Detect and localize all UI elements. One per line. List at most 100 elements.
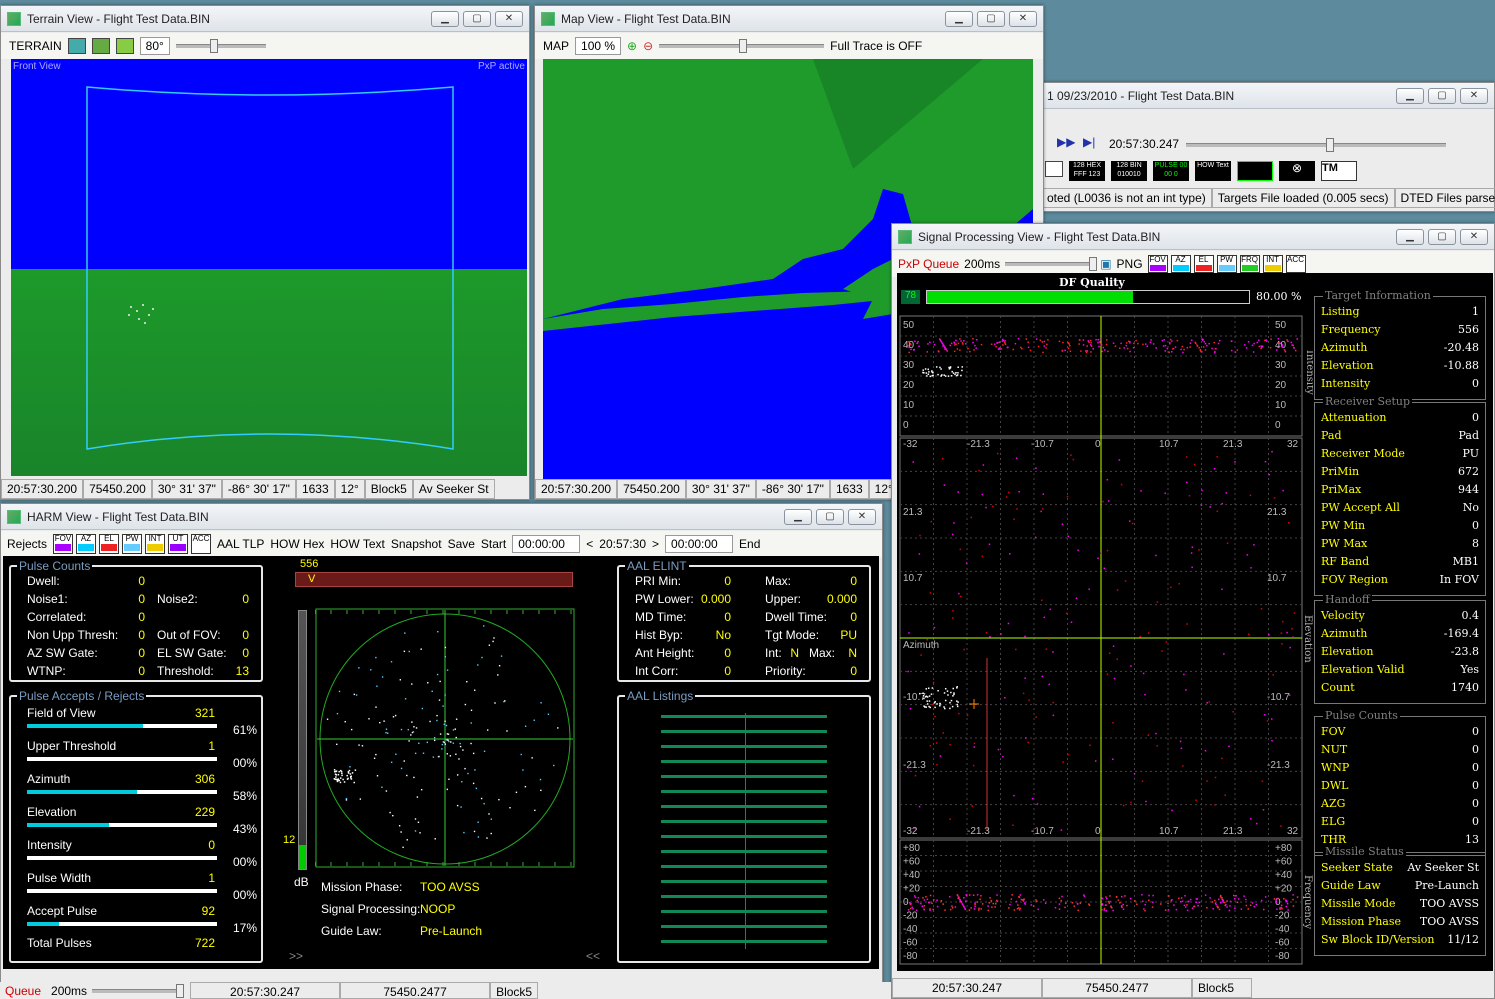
minimize-button[interactable]: ▁ [431,11,459,27]
listing-row[interactable] [661,715,827,718]
tm-button[interactable]: TM [1321,161,1357,181]
zoom-field[interactable]: 100 % [575,37,622,55]
zoom-slider[interactable] [659,39,825,53]
listing-row[interactable] [661,745,827,748]
fast-forward-icon[interactable]: ▶▶ [1057,135,1075,149]
listing-row[interactable] [661,940,827,943]
save-button[interactable]: Save [448,537,475,551]
terrain-icon[interactable] [91,38,110,54]
how-hex-button[interactable]: HOW Hex [270,537,324,551]
fov-field[interactable]: 80° [139,37,170,55]
app-icon [7,509,21,524]
info-row: Frequency 556 [1321,323,1479,336]
grid-icon[interactable] [1237,161,1273,181]
minimize-button[interactable]: ▁ [784,509,812,525]
queue-slider[interactable] [1005,257,1098,271]
accept-label: Field of View [27,706,96,720]
close-button[interactable]: ✕ [1009,11,1037,27]
end-time-input[interactable]: 00:00:00 [665,535,734,553]
pulse-button[interactable]: PULSE 00 00 0 [1153,161,1189,181]
maximize-button[interactable]: ▢ [816,509,844,525]
filter-int-toggle[interactable]: INT [1262,255,1283,273]
how-text-button[interactable]: HOW Text [330,537,384,551]
accept-label: Azimuth [27,772,71,786]
count-value: 0 [242,592,249,606]
filter-az-toggle[interactable]: AZ [1170,255,1191,273]
section-title: Handoff [1323,593,1372,606]
how-text-button[interactable]: HOW Text [1195,161,1231,181]
map-icon[interactable] [115,38,134,54]
close-button[interactable]: ✕ [1460,229,1488,245]
azimuth-tick: 0 [1095,439,1101,450]
listing-row[interactable] [661,865,827,868]
queue-slider[interactable] [92,984,185,998]
intensity-tick: 50 [1275,320,1287,331]
filter-acc-toggle[interactable]: ACC [191,534,212,554]
bin-button[interactable]: 128 BIN 010010 [1111,161,1147,181]
close-button[interactable]: ✕ [1460,88,1488,104]
filter-el-toggle[interactable]: EL [99,534,120,554]
status-time: 20:57:30.247 [190,982,341,999]
maximize-button[interactable]: ▢ [977,11,1005,27]
maximize-button[interactable]: ▢ [1428,229,1456,245]
zoom-in-icon[interactable]: ⊕ [627,39,637,53]
playback-slider[interactable] [1186,138,1446,152]
filter-ut-toggle[interactable]: UT [168,534,189,554]
filter-frq-toggle[interactable]: FRQ [1239,255,1260,273]
azimuth-tick: 10.7 [1159,826,1179,837]
minimize-button[interactable]: ▁ [945,11,973,27]
image-icon[interactable]: ▣ [1100,257,1111,271]
skip-end-icon[interactable]: ▶| [1083,135,1095,149]
minimize-button[interactable]: ▁ [1396,88,1424,104]
listing-row[interactable] [661,730,827,733]
close-button[interactable]: ✕ [848,509,876,525]
filter-pw-toggle[interactable]: PW [122,534,143,554]
png-button[interactable]: PNG [1117,257,1143,271]
aal-tlp-button[interactable]: AAL TLP [217,537,264,551]
filter-int-toggle[interactable]: INT [145,534,166,554]
zoom-out-icon[interactable]: ⊖ [643,39,653,53]
mission-label: Mission Phase: [321,880,403,894]
filter-pw-toggle[interactable]: PW [1216,255,1237,273]
start-time-input[interactable]: 00:00:00 [512,535,581,553]
view-icon[interactable] [67,38,86,54]
listing-row[interactable] [661,835,827,838]
listing-row[interactable] [661,895,827,898]
filter-el-toggle[interactable]: EL [1193,255,1214,273]
elint-value: 0 [724,664,731,678]
table-icon[interactable] [1045,161,1063,177]
queue-label: Queue [5,984,42,998]
filter-fov-toggle[interactable]: FOV [53,534,74,554]
listing-row[interactable] [661,760,827,763]
listing-row[interactable] [661,805,827,808]
terrain-viewport[interactable]: Front View PxP active [11,59,527,476]
listing-row[interactable] [661,850,827,853]
prev-button[interactable]: < [586,537,593,551]
snapshot-button[interactable]: Snapshot [391,537,442,551]
listing-row[interactable] [661,925,827,928]
fov-slider[interactable] [175,39,266,53]
listing-row[interactable] [661,880,827,883]
listing-row[interactable] [661,790,827,793]
close-button[interactable]: ✕ [495,11,523,27]
next-button[interactable]: > [652,537,659,551]
listing-row[interactable] [661,910,827,913]
accept-label: Upper Threshold [27,739,117,753]
maximize-button[interactable]: ▢ [1428,88,1456,104]
end-label: End [739,537,761,551]
listing-row[interactable] [661,775,827,778]
minimize-button[interactable]: ▁ [1396,229,1424,245]
filter-fov-toggle[interactable]: FOV [1147,255,1168,273]
filter-acc-toggle[interactable]: ACC [1285,255,1306,273]
maximize-button[interactable]: ▢ [463,11,491,27]
count-label: EL SW Gate: [157,646,227,660]
target-icon[interactable]: ⊗ [1279,161,1315,181]
info-value: -10.88 [1443,359,1479,372]
listing-row[interactable] [661,820,827,823]
filter-az-toggle[interactable]: AZ [76,534,97,554]
app-icon [541,11,555,26]
hex-button[interactable]: 128 HEX FFF 123 [1069,161,1105,181]
status-msg-2: Targets File loaded (0.005 secs) [1211,188,1395,208]
info-value: 11/12 [1447,933,1479,946]
trace-label: Full Trace is OFF [830,39,923,53]
